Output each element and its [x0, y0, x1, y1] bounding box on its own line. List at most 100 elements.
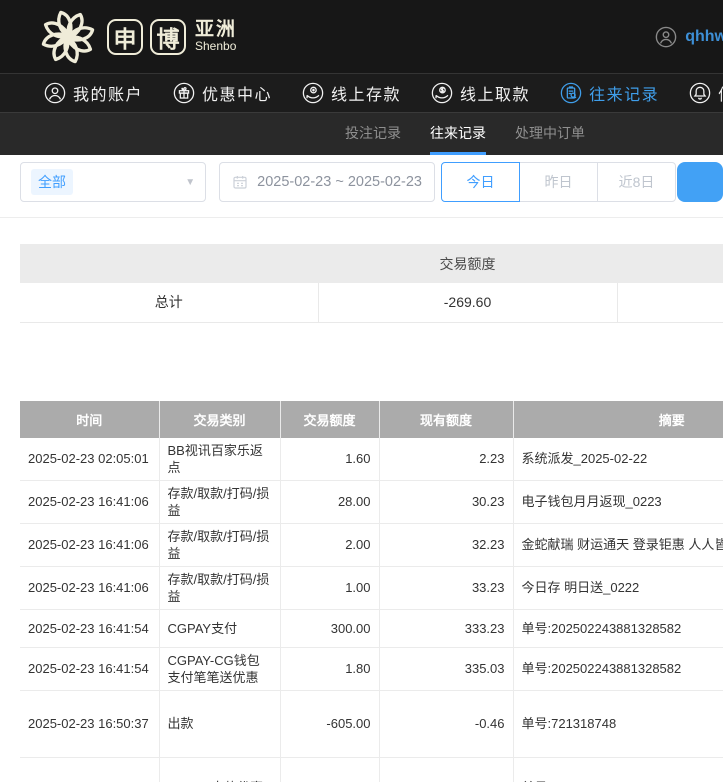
cell-amount: 1.60	[280, 438, 379, 481]
cell-note: 单号:721318748	[513, 690, 723, 757]
records-body: 2025-02-23 02:05:01 BB视讯百家乐返点 1.60 2.23 …	[20, 438, 723, 782]
summary-empty-cell	[617, 283, 723, 322]
cell-balance: 30.23	[379, 480, 513, 523]
cell-time: 2025-02-23 16:41:54	[20, 647, 159, 690]
tab-processing-orders[interactable]: 处理中订单	[515, 113, 585, 155]
cell-type: 存款/取款/打码/损益	[159, 523, 280, 566]
today-button[interactable]: 今日	[441, 162, 520, 202]
col-header-amount: 交易额度	[280, 401, 379, 438]
table-row: 2025-02-23 16:41:06 存款/取款/打码/损益 2.00 32.…	[20, 523, 723, 566]
table-row: 2025-02-23 16:41:54 CGPAY-CG钱包支付笔笔送优惠 1.…	[20, 647, 723, 690]
brand-region-en: Shenbo	[195, 40, 237, 53]
nav-label: 往来记录	[589, 81, 659, 105]
cell-amount: 1.80	[280, 647, 379, 690]
cell-time: 2025-02-23 16:41:06	[20, 480, 159, 523]
cell-balance: 335.03	[379, 647, 513, 690]
nav-item-online-withdrawal[interactable]: 线上取款	[431, 81, 530, 105]
brand-logo[interactable]: 申 博 亚洲 Shenbo	[36, 7, 237, 67]
user-avatar-icon	[655, 26, 677, 48]
date-range-input[interactable]: 2025-02-23 ~ 2025-02-23	[219, 162, 435, 202]
cell-amount: -605.00	[280, 690, 379, 757]
cell-type: CGPAY支付	[159, 609, 280, 647]
cell-time: 2025-02-23 16:50:37	[20, 690, 159, 757]
withdraw-icon	[431, 82, 453, 104]
bell-icon	[689, 82, 711, 104]
summary-total-value: -269.60	[318, 283, 617, 322]
cell-note: 金蛇献瑞 财运通天 登录钜惠 人人皆	[513, 523, 723, 566]
user-icon	[44, 82, 66, 104]
cell-type: 存款/取款/打码/损益	[159, 480, 280, 523]
cell-amount: 300.00	[280, 609, 379, 647]
cell-type: 存款/取款/打码/损益	[159, 566, 280, 609]
deposit-icon	[302, 82, 324, 104]
cell-time: 2025-02-23 02:05:01	[20, 438, 159, 481]
cell-type: CGPAY-CG钱包支付笔笔送优惠	[159, 647, 280, 690]
main-nav: 我的账户 优惠中心 线上存款 线上取款 往来记录	[0, 73, 723, 112]
cell-note: 单号:721318748	[513, 757, 723, 782]
brand-char-shen: 申	[107, 19, 143, 55]
nav-item-promotions[interactable]: 优惠中心	[173, 81, 272, 105]
last-8-days-button[interactable]: 近8日	[597, 162, 676, 202]
records-table: 时间 交易类别 交易额度 现有额度 摘要 2025-02-23 02:05:01…	[20, 401, 723, 782]
nav-label: 优惠中心	[202, 81, 272, 105]
cell-type: BB视讯百家乐返点	[159, 438, 280, 481]
nav-label: 线上存款	[331, 81, 401, 105]
cell-time: 2025-02-23 16:41:54	[20, 609, 159, 647]
cell-time: 2025-02-23 16:41:06	[20, 523, 159, 566]
table-row: 2025-02-23 16:41:06 存款/取款/打码/损益 28.00 30…	[20, 480, 723, 523]
flower-logo-icon	[36, 7, 100, 67]
cell-balance: 32.23	[379, 523, 513, 566]
summary-total-row: 总计 -269.60	[20, 283, 723, 322]
cell-balance: 2.23	[379, 438, 513, 481]
cell-note: 单号:202502243881328582	[513, 609, 723, 647]
type-select[interactable]: 全部 ▼	[20, 162, 206, 202]
cell-amount: 2.00	[280, 523, 379, 566]
cell-balance: 0.53	[379, 757, 513, 782]
table-row: 2025-02-23 16:41:54 CGPAY支付 300.00 333.2…	[20, 609, 723, 647]
user-account[interactable]: qhhw	[655, 26, 723, 48]
tab-transaction-records[interactable]: 往来记录	[430, 113, 486, 155]
cell-note: 单号:202502243881328582	[513, 647, 723, 690]
cell-type: CGPAY出款优惠	[159, 757, 280, 782]
topbar: 申 博 亚洲 Shenbo qhhw	[0, 0, 723, 73]
cell-note: 今日存 明日送_0222	[513, 566, 723, 609]
cell-time: 2025-02-23 16:41:06	[20, 566, 159, 609]
brand-char-bo: 博	[150, 19, 186, 55]
col-header-balance: 现有额度	[379, 401, 513, 438]
filter-bar: 全部 ▼ 2025-02-23 ~ 2025-02-23 今日 昨日 近8日	[0, 155, 723, 218]
yesterday-button[interactable]: 昨日	[519, 162, 598, 202]
table-row: 2025-02-23 16:50:37 出款 -605.00 -0.46 单号:…	[20, 690, 723, 757]
table-row: 2025-02-23 16:50:37 CGPAY出款优惠 1.00 0.53 …	[20, 757, 723, 782]
type-select-value: 全部	[31, 169, 73, 195]
cell-amount: 1.00	[280, 757, 379, 782]
nav-label: 线上取款	[460, 81, 530, 105]
summary-header-amount: 交易额度	[318, 244, 617, 283]
nav-item-transaction-records[interactable]: 往来记录	[560, 81, 659, 105]
col-header-time: 时间	[20, 401, 159, 438]
nav-item-my-account[interactable]: 我的账户	[44, 81, 143, 105]
col-header-note: 摘要	[513, 401, 723, 438]
cell-amount: 1.00	[280, 566, 379, 609]
summary-header-spacer	[617, 244, 723, 283]
records-header-row: 时间 交易类别 交易额度 现有额度 摘要	[20, 401, 723, 438]
brand-region: 亚洲 Shenbo	[195, 20, 237, 53]
cell-time: 2025-02-23 16:50:37	[20, 757, 159, 782]
cell-note: 系统派发_2025-02-22	[513, 438, 723, 481]
nav-label: 我的账户	[73, 81, 143, 105]
brand-region-cn: 亚洲	[195, 20, 237, 40]
date-range-value: 2025-02-23 ~ 2025-02-23	[257, 174, 422, 190]
query-button[interactable]	[677, 162, 723, 202]
nav-item-messages[interactable]: 信	[689, 81, 723, 105]
nav-label: 信	[718, 81, 723, 105]
summary-header-spacer	[20, 244, 318, 283]
tab-betting-records[interactable]: 投注记录	[345, 113, 401, 155]
nav-item-online-deposit[interactable]: 线上存款	[302, 81, 401, 105]
cell-balance: 33.23	[379, 566, 513, 609]
username-text[interactable]: qhhw	[685, 28, 723, 46]
table-row: 2025-02-23 02:05:01 BB视讯百家乐返点 1.60 2.23 …	[20, 438, 723, 481]
cell-balance: -0.46	[379, 690, 513, 757]
col-header-type: 交易类别	[159, 401, 280, 438]
cell-balance: 333.23	[379, 609, 513, 647]
summary-table: 交易额度 总计 -269.60	[20, 244, 723, 323]
summary-total-label: 总计	[20, 283, 318, 322]
